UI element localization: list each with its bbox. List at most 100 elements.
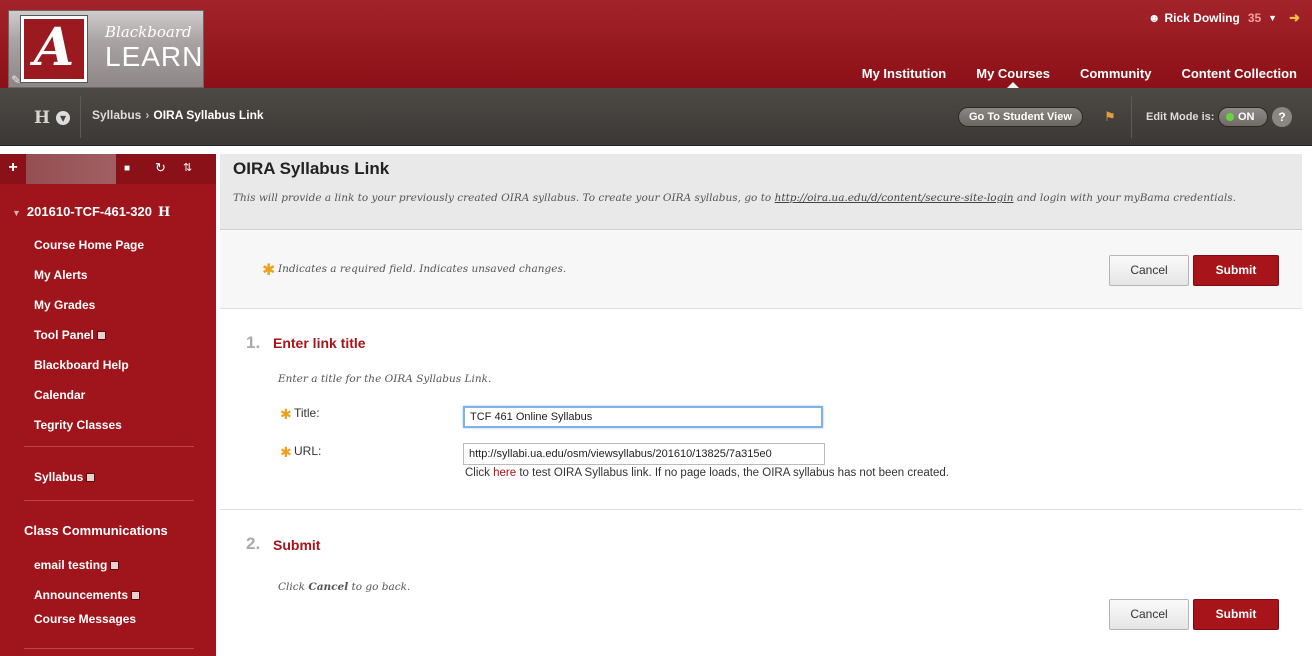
title-field[interactable]: [463, 406, 823, 428]
cancel-button[interactable]: Cancel: [1109, 255, 1189, 286]
alabama-a-logo-icon: A: [21, 16, 87, 82]
breadcrumb: Syllabus › OIRA Syllabus Link: [92, 108, 264, 122]
edit-mode-value: ON: [1238, 111, 1255, 123]
step-title: Enter link title: [273, 335, 366, 351]
oira-login-link[interactable]: http://oira.ua.edu/d/content/secure-site…: [775, 192, 1014, 204]
sidebar-divider: [24, 446, 194, 447]
title-label: Title:: [294, 406, 320, 420]
course-menu-letter: H: [34, 108, 51, 128]
page-header: OIRA Syllabus Link This will provide a l…: [220, 154, 1302, 230]
description-text: and login with your myBama credentials.: [1013, 192, 1236, 204]
sidebar-item-course-home[interactable]: Course Home Page: [34, 238, 144, 252]
refresh-icon[interactable]: ↻: [155, 160, 166, 176]
top-nav-tabs: My Institution My Courses Community Cont…: [847, 66, 1312, 90]
url-label: URL:: [294, 444, 322, 458]
logo-learn-text: LEARN: [105, 41, 204, 72]
sidebar-toolbar: + ■ ↻ ⇅: [0, 154, 216, 184]
page-title: OIRA Syllabus Link: [233, 159, 390, 178]
course-letter: H: [157, 205, 171, 220]
step-title: Submit: [273, 537, 321, 553]
sidebar-item-tool-panel[interactable]: Tool Panel: [34, 328, 106, 342]
institution-logo[interactable]: A Blackboard LEARN ✎: [8, 10, 204, 88]
sidebar-section-class-communications[interactable]: Class Communications: [24, 523, 168, 538]
cancel-button-bottom[interactable]: Cancel: [1109, 599, 1189, 630]
divider: [80, 96, 81, 138]
required-star-icon: ✱: [262, 262, 276, 279]
step-number: 2.: [246, 534, 261, 553]
sidebar-item-label: Announcements: [34, 588, 129, 602]
instruction-bold: Cancel: [308, 581, 349, 593]
sidebar-item-syllabus[interactable]: Syllabus: [34, 470, 96, 484]
breadcrumb-bar: H ▼ Syllabus › OIRA Syllabus Link Go To St…: [0, 88, 1312, 146]
main-content: OIRA Syllabus Link This will provide a l…: [220, 154, 1302, 656]
sidebar-item-my-alerts[interactable]: My Alerts: [34, 268, 88, 282]
student-view-button[interactable]: Go To Student View: [958, 107, 1083, 127]
help-text: to test OIRA Syllabus link. If no page l…: [516, 467, 949, 479]
help-icon[interactable]: ?: [1272, 107, 1292, 127]
description-text: This will provide a link to your previou…: [233, 192, 775, 204]
logo-blackboard-text: Blackboard: [105, 23, 192, 41]
breadcrumb-syllabus[interactable]: Syllabus: [92, 108, 141, 122]
sort-icon[interactable]: ⇅: [183, 161, 192, 174]
instruction-text: to go back.: [348, 581, 411, 593]
sidebar-item-announcements[interactable]: Announcements: [34, 588, 141, 602]
page-description: This will provide a link to your previou…: [233, 190, 1283, 207]
chevron-down-icon: ▼: [1268, 13, 1278, 23]
sidebar-item-label: Tool Panel: [34, 328, 94, 342]
step-number: 1.: [246, 333, 261, 352]
tab-content-collection[interactable]: Content Collection: [1166, 66, 1312, 84]
edit-pencil-icon[interactable]: ✎: [11, 73, 21, 87]
hidden-item-icon: [131, 591, 141, 600]
sidebar-item-tegrity[interactable]: Tegrity Classes: [34, 418, 122, 432]
tab-my-institution[interactable]: My Institution: [847, 66, 962, 84]
help-text: Click: [465, 467, 494, 479]
person-icon: ☻: [1147, 11, 1161, 25]
user-menu[interactable]: ☻ Rick Dowling 35 ▼ ➜: [1148, 8, 1300, 28]
required-field-note: Indicates a required field. Indicates un…: [278, 263, 567, 275]
hidden-item-icon: [96, 331, 106, 340]
divider: [1131, 96, 1132, 138]
breadcrumb-separator: ›: [145, 108, 150, 122]
logout-icon[interactable]: ➜: [1289, 10, 1300, 26]
breadcrumb-current: OIRA Syllabus Link: [153, 108, 264, 122]
hidden-item-icon: [110, 561, 120, 570]
sidebar-item-my-grades[interactable]: My Grades: [34, 298, 95, 312]
required-fields-bar: ✱ Indicates a required field. Indicates …: [220, 231, 1302, 309]
sidebar-item-course-messages[interactable]: Course Messages: [34, 612, 136, 626]
course-id-header[interactable]: ▼ 201610-TCF-461-320 H: [12, 204, 170, 220]
notification-count: 35: [1247, 11, 1262, 25]
edit-mode-toggle[interactable]: ON: [1218, 107, 1268, 127]
sidebar-item-calendar[interactable]: Calendar: [34, 388, 85, 402]
collapse-triangle-icon: ▼: [12, 208, 21, 218]
test-syllabus-link[interactable]: here: [493, 467, 516, 479]
student-view-info-icon[interactable]: ⚑: [1104, 109, 1116, 125]
course-menu-sidebar: + ■ ↻ ⇅ ▼ 201610-TCF-461-320 H Course Home…: [0, 154, 216, 656]
sidebar-toolbar-fill: [26, 154, 116, 184]
submit-button[interactable]: Submit: [1193, 255, 1279, 286]
sidebar-item-label: Syllabus: [34, 470, 84, 484]
step-instruction: Click Cancel to go back.: [278, 581, 410, 593]
tab-my-courses[interactable]: My Courses: [961, 66, 1065, 90]
add-menu-item-icon[interactable]: +: [0, 154, 26, 184]
step-instruction: Enter a title for the OIRA Syllabus Link…: [278, 373, 492, 385]
url-field[interactable]: [463, 443, 825, 465]
tab-community[interactable]: Community: [1065, 66, 1167, 84]
user-name: Rick Dowling: [1164, 11, 1240, 25]
folder-view-icon[interactable]: ■: [124, 163, 130, 174]
status-dot-icon: [1226, 113, 1234, 121]
sidebar-item-blackboard-help[interactable]: Blackboard Help: [34, 358, 129, 372]
course-menu-button[interactable]: H ▼: [34, 108, 71, 128]
sidebar-divider: [24, 648, 194, 649]
sidebar-item-email-testing[interactable]: email testing: [34, 558, 120, 572]
sidebar-divider: [24, 500, 194, 501]
submit-button-bottom[interactable]: Submit: [1193, 599, 1279, 630]
edit-mode-label: Edit Mode is:: [1146, 111, 1215, 123]
top-header: A Blackboard LEARN ✎ ☻ Rick Dowling 35 ▼…: [0, 0, 1312, 90]
course-id-text: 201610-TCF-461-320: [26, 204, 152, 219]
required-star-icon: ✱: [280, 444, 292, 460]
empty-content-icon: [86, 473, 96, 482]
chevron-down-icon: ▼: [56, 111, 71, 125]
sidebar-item-label: email testing: [34, 558, 108, 572]
instruction-text: Click: [278, 581, 309, 593]
required-star-icon: ✱: [280, 406, 292, 422]
